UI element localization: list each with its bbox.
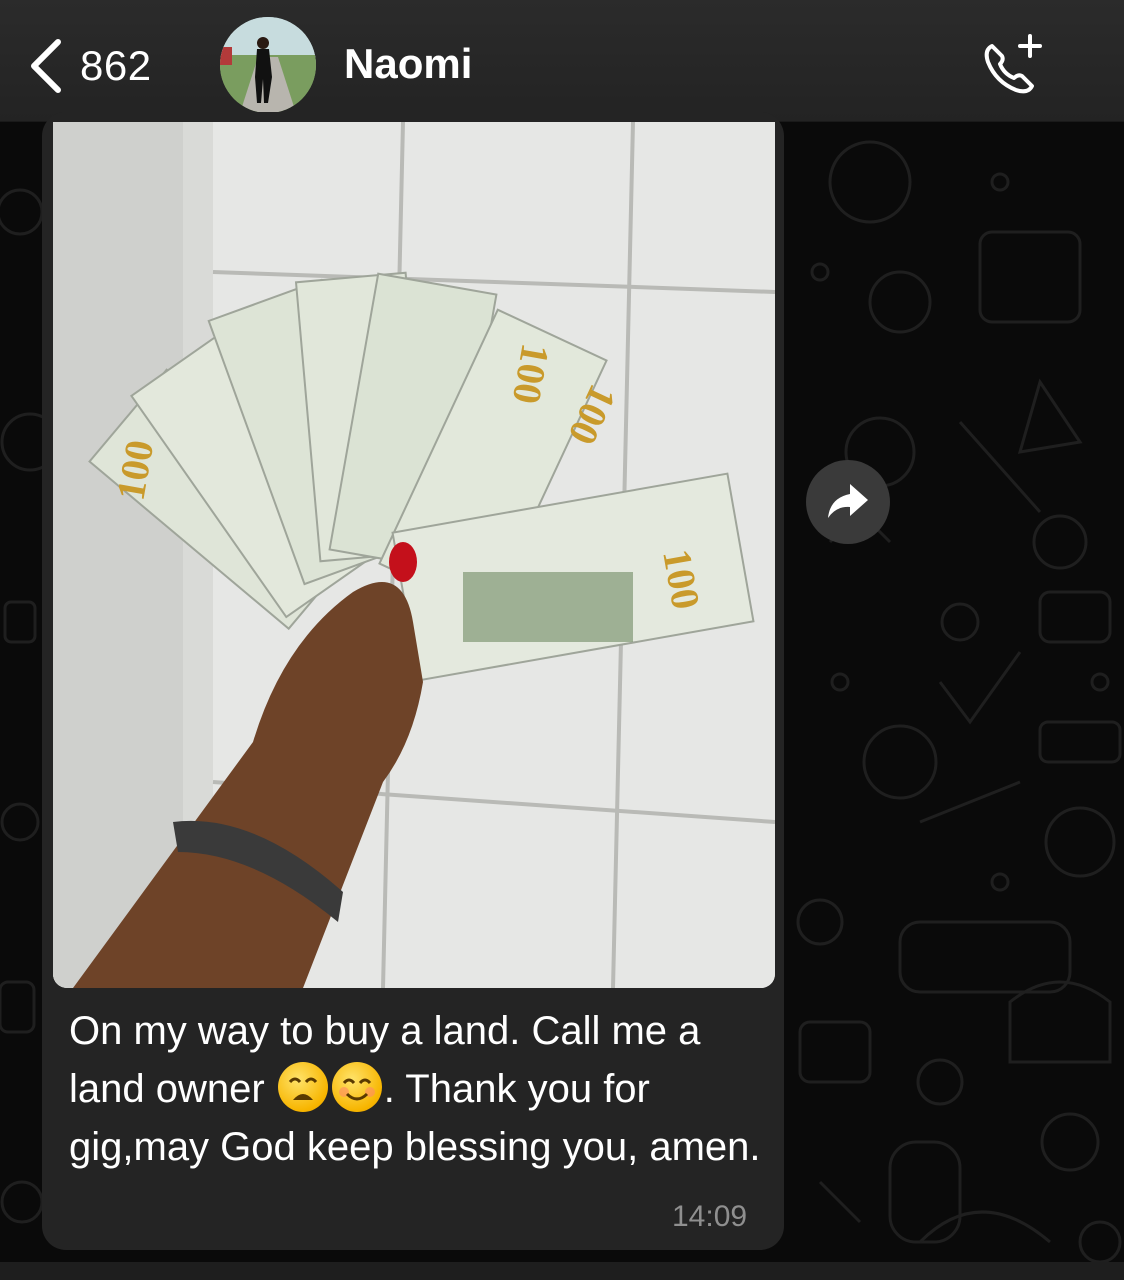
chevron-left-icon (31, 39, 61, 93)
avatar[interactable] (220, 17, 316, 113)
back-button[interactable]: 862 (28, 36, 152, 96)
phone-add-icon (984, 34, 1042, 94)
add-call-button[interactable] (978, 32, 1050, 98)
message-text: On my way to buy a land. Call me a land … (69, 1002, 769, 1176)
message-photo[interactable]: 100 100 100 100 (53, 122, 775, 988)
composer-edge (0, 1262, 1124, 1280)
message-timestamp: 14:09 (672, 1200, 748, 1233)
forward-button[interactable] (806, 460, 890, 544)
avatar-photo (220, 17, 316, 113)
smiling-face-emoji (331, 1062, 382, 1112)
contact-name[interactable]: Naomi (344, 40, 472, 88)
unread-count: 862 (80, 42, 152, 89)
money-photo-image: 100 100 100 100 (53, 122, 775, 988)
chat-header: 862 Naomi (0, 0, 1124, 122)
chat-screen: 862 Naomi 100 100 100 100 On my way to b… (0, 0, 1124, 1280)
forward-arrow-icon (828, 484, 868, 518)
weary-face-emoji (277, 1062, 328, 1112)
